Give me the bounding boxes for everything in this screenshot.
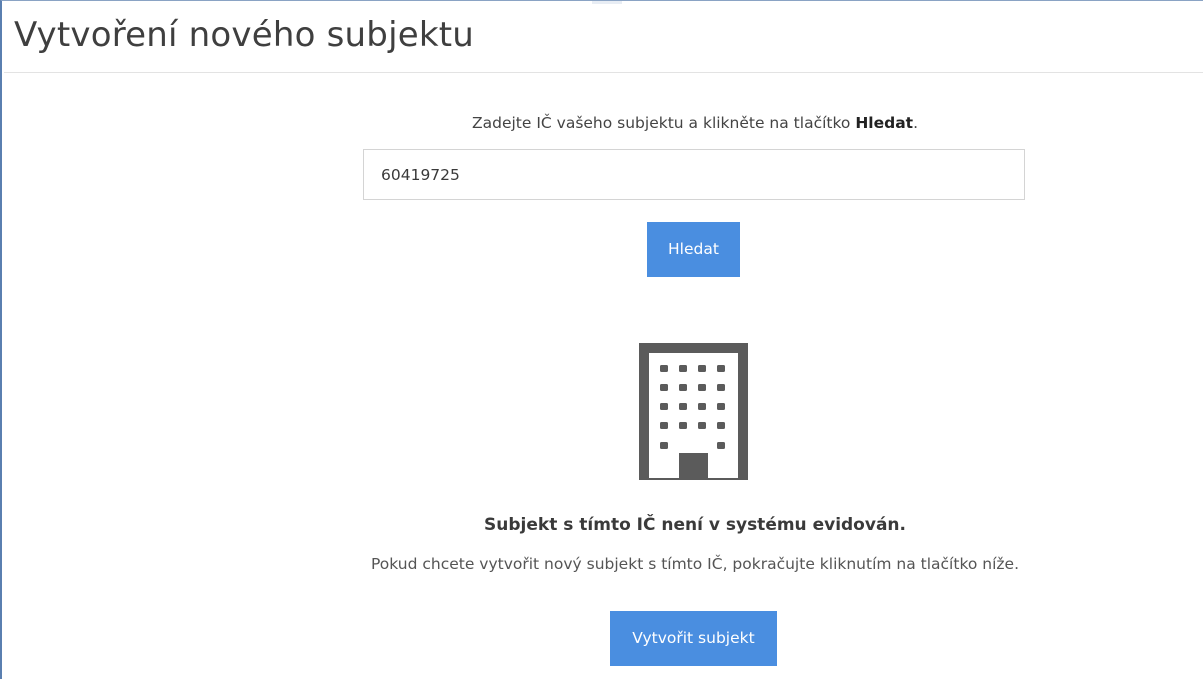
instruction-bold-text: Hledat xyxy=(855,114,914,132)
create-subject-button[interactable]: Vytvořit subjekt xyxy=(610,611,777,666)
instruction-suffix: . xyxy=(913,114,919,132)
result-description: Pokud chcete vytvořit nový subjekt s tím… xyxy=(370,555,1020,573)
top-edge-mark xyxy=(592,1,622,4)
page-frame: Vytvoření nového subjektu Zadejte IČ vaš… xyxy=(0,0,1203,679)
result-title: Subjekt s tímto IČ není v systému evidov… xyxy=(484,515,906,535)
instruction-text: Zadejte IČ vašeho subjektu a klikněte na… xyxy=(471,114,856,132)
title-divider xyxy=(4,72,1203,73)
building-icon xyxy=(639,343,748,480)
ic-input[interactable] xyxy=(363,149,1025,200)
page-title: Vytvoření nového subjektu xyxy=(14,15,474,55)
search-instruction: Zadejte IČ vašeho subjektu a klikněte na… xyxy=(2,112,1203,134)
search-button[interactable]: Hledat xyxy=(647,222,740,277)
